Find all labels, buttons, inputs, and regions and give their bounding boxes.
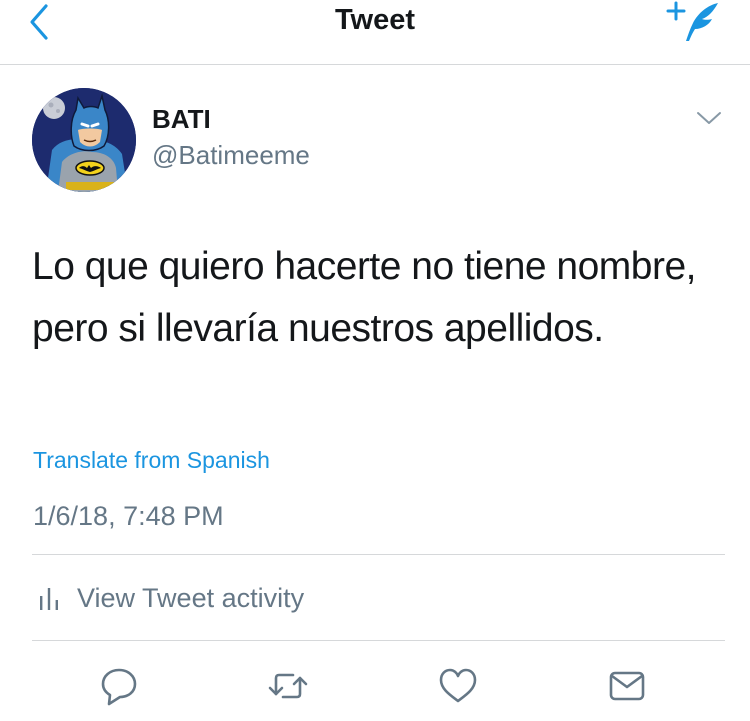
user-handle[interactable]: @Batimeeme [152, 140, 310, 170]
page-title: Tweet [334, 4, 416, 36]
avatar[interactable] [32, 88, 136, 192]
direct-message-button[interactable] [605, 664, 649, 708]
navigation-bar: Tweet [0, 0, 750, 65]
tweet-timestamp: 1/6/18, 7:48 PM [33, 501, 224, 531]
retweet-icon [268, 673, 308, 699]
translate-link[interactable]: Translate from Spanish [33, 446, 270, 474]
like-icon [439, 668, 477, 703]
divider [32, 640, 725, 641]
direct-message-icon [609, 671, 645, 701]
reply-button[interactable] [97, 664, 141, 708]
chevron-down-icon [697, 112, 721, 124]
compose-tweet-button[interactable] [664, 0, 724, 44]
analytics-bars-icon [40, 588, 58, 610]
tweet-text: Lo que quiero hacerte no tiene nombre, p… [32, 245, 696, 350]
like-button[interactable] [436, 664, 480, 708]
retweet-button[interactable] [266, 664, 310, 708]
batman-avatar [32, 88, 136, 192]
display-name[interactable]: BATI [152, 104, 211, 134]
compose-tweet-icon [666, 1, 718, 41]
view-tweet-activity-label: View Tweet activity [77, 583, 305, 613]
tweet-options-button[interactable] [694, 106, 724, 130]
reply-icon [101, 668, 137, 706]
divider [32, 554, 725, 555]
